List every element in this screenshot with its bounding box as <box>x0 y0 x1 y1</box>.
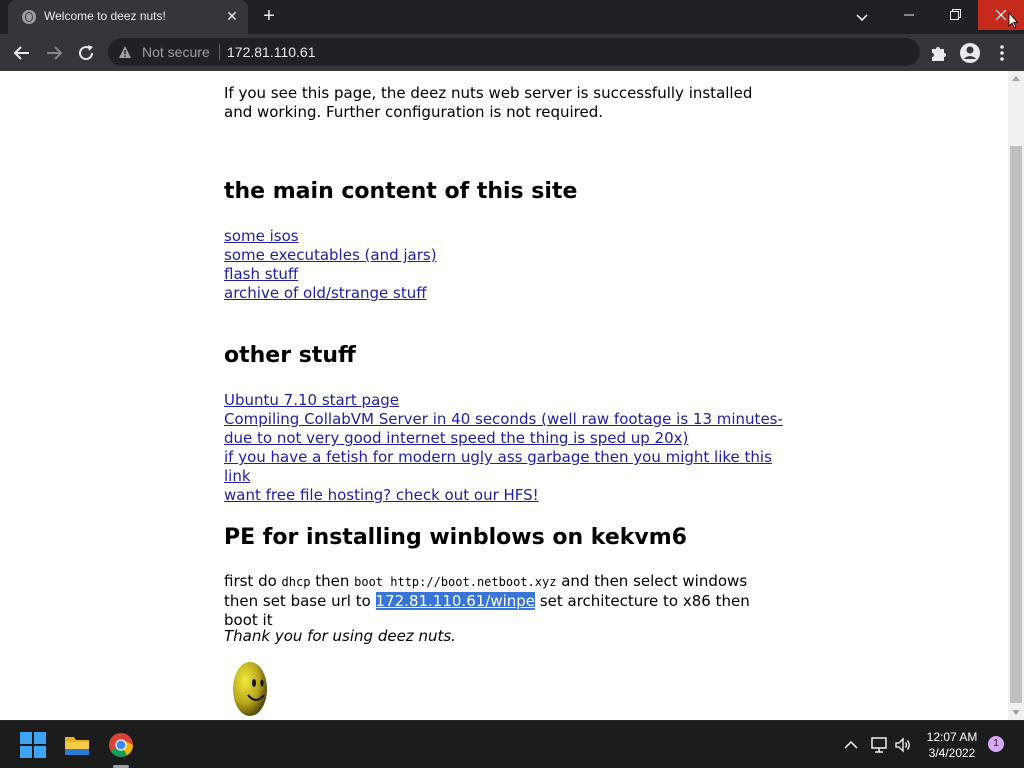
dhcp-code: dhcp <box>281 575 311 589</box>
volume-icon[interactable] <box>893 735 913 755</box>
minimize-button[interactable] <box>886 0 932 30</box>
scroll-down-arrow-icon[interactable] <box>1012 710 1020 715</box>
link-compiling-collabvm[interactable]: Compiling CollabVM Server in 40 seconds … <box>224 410 784 448</box>
pe-text-2: then <box>310 572 355 590</box>
url-text[interactable]: 172.81.110.61 <box>227 44 316 60</box>
link-archive[interactable]: archive of old/strange stuff <box>224 284 784 303</box>
windows-start-icon[interactable] <box>19 731 47 759</box>
back-arrow-icon[interactable] <box>9 40 35 66</box>
pe-instructions: first do dhcp then boot http://boot.netb… <box>224 572 784 630</box>
thanks-text: Thank you for using deez nuts. <box>224 627 456 645</box>
link-some-executables[interactable]: some executables (and jars) <box>224 246 784 265</box>
address-bar[interactable]: Not secure 172.81.110.61 <box>108 38 920 66</box>
other-links-list: Ubuntu 7.10 start page Compiling CollabV… <box>224 391 784 505</box>
link-modern-garbage[interactable]: if you have a fetish for modern ugly ass… <box>224 448 784 486</box>
file-explorer-icon[interactable] <box>63 731 91 759</box>
smiley-face-image <box>233 662 267 716</box>
browser-tab[interactable]: Welcome to deez nuts! ✕ <box>8 0 248 34</box>
clock[interactable]: 12:07 AM 3/4/2022 <box>920 729 984 761</box>
winpe-link-selected[interactable]: 172.81.110.61/winpe <box>375 592 536 610</box>
link-flash-stuff[interactable]: flash stuff <box>224 265 784 284</box>
chrome-menu-icon[interactable] <box>989 40 1015 66</box>
scrollbar-thumb[interactable] <box>1010 146 1022 703</box>
address-separator <box>219 44 220 60</box>
main-links-list: some isos some executables (and jars) fl… <box>224 227 784 303</box>
security-status-label[interactable]: Not secure <box>142 44 210 60</box>
other-stuff-heading: other stuff <box>224 343 356 368</box>
main-content-heading: the main content of this site <box>224 179 578 204</box>
reload-icon[interactable] <box>73 40 99 66</box>
link-hfs-hosting[interactable]: want free file hosting? check out our HF… <box>224 486 784 505</box>
restore-button[interactable] <box>932 0 978 30</box>
page-viewport: If you see this page, the deez nuts web … <box>0 71 1008 720</box>
tab-search-chevron-icon[interactable] <box>852 7 872 27</box>
tab-title: Welcome to deez nuts! <box>44 9 166 23</box>
pe-text-1: first do <box>224 572 282 590</box>
forward-arrow-icon[interactable] <box>41 40 67 66</box>
notification-badge[interactable]: 1 <box>988 736 1004 752</box>
link-ubuntu-start-page[interactable]: Ubuntu 7.10 start page <box>224 391 784 410</box>
tab-close-icon[interactable]: ✕ <box>224 8 240 24</box>
chrome-icon[interactable] <box>107 731 135 759</box>
boot-code: boot http://boot.netboot.xyz <box>354 575 557 589</box>
pe-heading: PE for installing winblows on kekvm6 <box>224 525 687 550</box>
close-window-button[interactable] <box>978 0 1024 30</box>
title-bar: Welcome to deez nuts! ✕ + <box>0 0 1024 34</box>
scroll-up-arrow-icon[interactable] <box>1012 76 1020 81</box>
clock-date: 3/4/2022 <box>928 746 976 760</box>
intro-paragraph: If you see this page, the deez nuts web … <box>224 84 753 121</box>
network-icon[interactable] <box>869 735 889 755</box>
extensions-puzzle-icon[interactable] <box>925 40 951 66</box>
profile-avatar-icon[interactable] <box>957 40 983 66</box>
link-some-isos[interactable]: some isos <box>224 227 784 246</box>
warning-triangle-icon[interactable] <box>118 45 132 59</box>
globe-icon <box>22 10 36 24</box>
clock-time: 12:07 AM <box>926 730 978 744</box>
show-hidden-icons-chevron-icon[interactable] <box>841 735 861 755</box>
windows-taskbar: 12:07 AM 3/4/2022 1 <box>0 720 1024 768</box>
new-tab-button[interactable]: + <box>258 6 280 28</box>
vertical-scrollbar[interactable] <box>1008 71 1024 720</box>
